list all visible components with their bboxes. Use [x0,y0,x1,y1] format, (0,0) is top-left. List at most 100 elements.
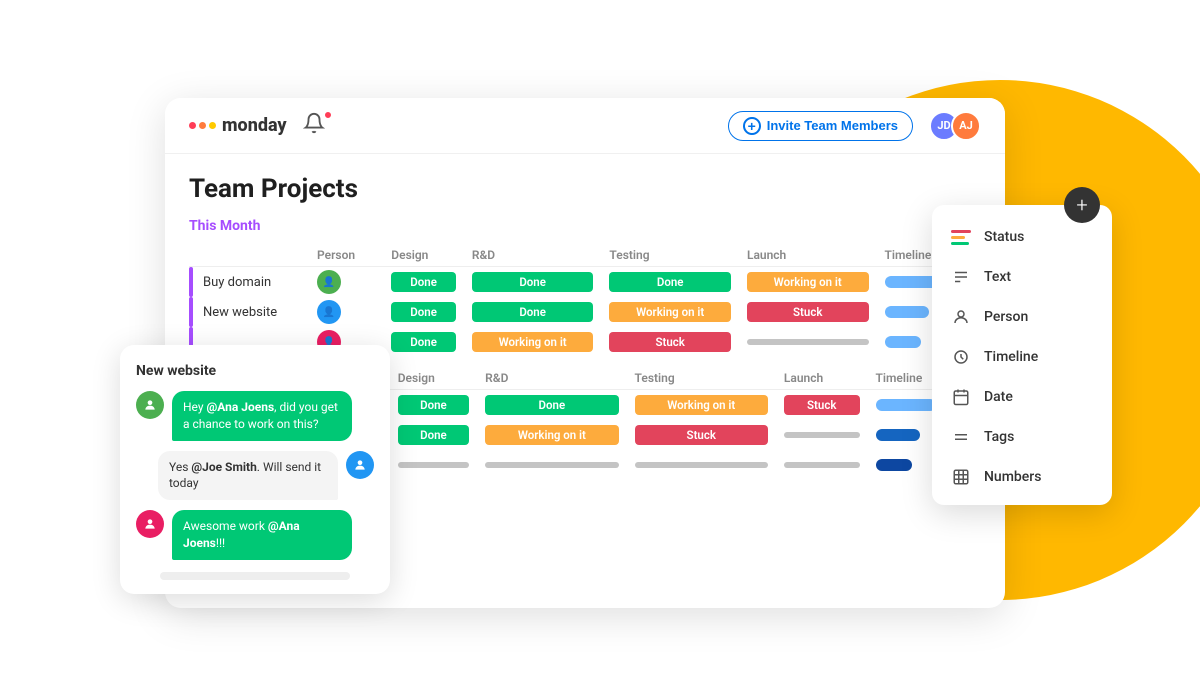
context-menu-item-text[interactable]: Text [932,257,1112,297]
avatar-user2[interactable]: AJ [951,111,981,141]
logo-dot-yellow [209,122,216,129]
person-avatar: 👤 [317,300,341,324]
context-menu-add-button[interactable]: + [1064,187,1100,223]
section1-label: This Month [189,218,981,234]
board-table-section1: Person Design R&D Testing Launch Timelin… [189,244,981,357]
chat-bubble-3: Awesome work @Ana Joens!!! [172,510,352,560]
col2-header-design: Design [390,367,477,390]
numbers-label: Numbers [984,469,1041,485]
chat-title: New website [136,363,374,379]
row-design: Done [383,297,464,327]
row-task-name: Buy domain [189,267,309,298]
row-design: Done [383,327,464,357]
section1-text: This Month [189,218,260,234]
tags-label: Tags [984,429,1014,445]
person-label: Person [984,309,1028,325]
date-label: Date [984,389,1013,405]
row-testing: Stuck [627,420,776,450]
notification-badge [323,110,333,120]
row-task-name: New website [189,297,309,327]
row-design: Done [383,267,464,298]
row-launch [739,327,877,357]
row-rd: Done [464,297,602,327]
col2-header-rd: R&D [477,367,626,390]
board-title: Team Projects [189,174,981,204]
chat-input-placeholder[interactable] [160,572,350,580]
board-header: monday + Invite Team Members JD AJ [165,98,1005,154]
context-menu-item-date[interactable]: Date [932,377,1112,417]
row-launch: Working on it [739,267,877,298]
timeline-bar [876,429,920,441]
col-header-testing: Testing [601,244,739,267]
bell-icon [303,112,325,134]
date-icon [950,386,972,408]
invite-team-button[interactable]: + Invite Team Members [728,111,913,141]
row-launch [776,420,868,450]
row-person: 👤 [309,267,383,298]
context-menu-item-numbers[interactable]: Numbers [932,457,1112,497]
text-icon [950,266,972,288]
text-label: Text [984,269,1011,285]
timeline-bar [876,399,936,411]
person-icon [950,306,972,328]
bell-icon-wrap[interactable] [303,112,331,140]
timeline-icon [950,346,972,368]
monday-logo: monday [189,115,287,136]
context-menu: + Status Text Person Timeline [932,205,1112,505]
invite-plus-icon: + [743,117,761,135]
chat-bubble-1: Hey @Ana Joens, did you get a chance to … [172,391,352,441]
row-testing [627,450,776,480]
col-header-person: Person [309,244,383,267]
chat-message-2: Yes @Joe Smith. Will send it today [136,451,374,501]
context-menu-item-tags[interactable]: Tags [932,417,1112,457]
row-person: 👤 [309,297,383,327]
chat-avatar-1 [136,391,164,419]
mention-2: @Joe Smith [191,460,256,474]
col2-header-launch: Launch [776,367,868,390]
row-rd: Done [477,390,626,421]
row-testing: Working on it [601,297,739,327]
row-rd [477,450,626,480]
row-testing: Stuck [601,327,739,357]
row-testing: Done [601,267,739,298]
logo-dot-orange [199,122,206,129]
table-row: Buy domain 👤 Done Done Done Working on i… [189,267,981,298]
context-menu-item-timeline[interactable]: Timeline [932,337,1112,377]
row-design: Done [390,420,477,450]
row-launch: Stuck [739,297,877,327]
timeline-bar [876,459,912,471]
logo-dots [189,122,216,129]
chat-bubble-2: Yes @Joe Smith. Will send it today [158,451,338,501]
mention-1: @Ana Joens [207,400,275,414]
row-design: Done [390,390,477,421]
chat-message-1: Hey @Ana Joens, did you get a chance to … [136,391,374,441]
chat-avatar-3 [136,510,164,538]
row-rd: Working on it [464,327,602,357]
context-menu-item-status[interactable]: Status [932,217,1112,257]
invite-label: Invite Team Members [767,118,898,133]
mention-3: @Ana Joens [183,519,300,550]
col-header-rd: R&D [464,244,602,267]
row-rd: Working on it [477,420,626,450]
person-avatar: 👤 [317,270,341,294]
context-menu-item-person[interactable]: Person [932,297,1112,337]
timeline-bar [885,336,921,348]
chat-message-3: Awesome work @Ana Joens!!! [136,510,374,560]
status-icon [950,226,972,248]
chat-card: New website Hey @Ana Joens, did you get … [120,345,390,594]
row-rd: Done [464,267,602,298]
avatar-group: JD AJ [929,111,981,141]
row-launch [776,450,868,480]
col-header-design: Design [383,244,464,267]
col-header-task [189,244,309,267]
row-launch: Stuck [776,390,868,421]
col-header-launch: Launch [739,244,877,267]
tags-icon [950,426,972,448]
row-testing: Working on it [627,390,776,421]
chat-avatar-2 [346,451,374,479]
numbers-icon [950,466,972,488]
timeline-label: Timeline [984,349,1038,365]
timeline-bar [885,306,929,318]
col2-header-testing: Testing [627,367,776,390]
chat-messages: Hey @Ana Joens, did you get a chance to … [136,391,374,560]
